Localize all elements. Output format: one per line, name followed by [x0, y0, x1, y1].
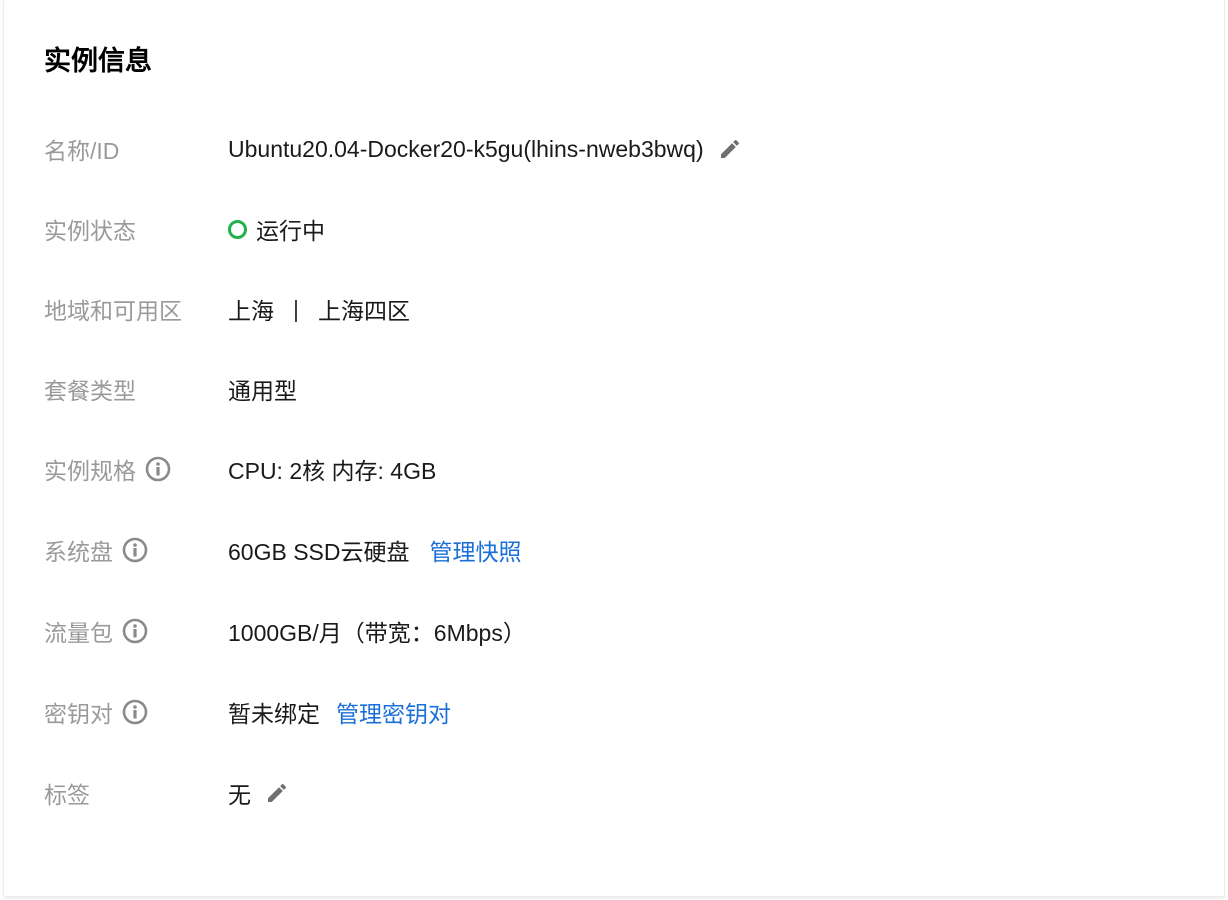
- disk-value: 60GB SSD云硬盘: [228, 539, 410, 565]
- row-spec: 实例规格 CPU: 2核 内存: 4GB: [44, 449, 436, 489]
- value-region-group: 上海 | 上海四区: [228, 292, 410, 326]
- value-tags-group: 无: [228, 776, 289, 810]
- label-region: 地域和可用区: [44, 298, 182, 324]
- label-keypair: 密钥对: [44, 701, 113, 727]
- instance-name-id: Ubuntu20.04-Docker20-k5gu(lhins-nweb3bwq…: [228, 135, 704, 162]
- label-tags: 标签: [44, 782, 90, 808]
- label-disk: 系统盘: [44, 539, 113, 565]
- region-text: 上海: [228, 298, 274, 324]
- manage-keypairs-link[interactable]: 管理密钥对: [336, 695, 451, 729]
- zone-text: 上海四区: [317, 298, 410, 324]
- label-traffic-group: 流量包: [44, 614, 228, 648]
- value-keypair-group: 暂未绑定 管理密钥对: [228, 695, 451, 729]
- row-status: 实例状态 运行中: [44, 209, 325, 249]
- row-traffic: 流量包 1000GB/月（带宽：6Mbps）: [44, 611, 526, 651]
- label-disk-group: 系统盘: [44, 533, 228, 567]
- tags-value: 无: [228, 782, 251, 808]
- label-package: 套餐类型: [44, 378, 136, 404]
- value-status-group: 运行中: [228, 212, 325, 246]
- spec-info-icon[interactable]: [145, 456, 171, 482]
- keypair-value: 暂未绑定: [228, 701, 320, 727]
- package-type: 通用型: [228, 378, 297, 404]
- traffic-info-icon[interactable]: [122, 618, 148, 644]
- spec-value: CPU: 2核 内存: 4GB: [228, 458, 437, 484]
- row-disk: 系统盘 60GB SSD云硬盘 管理快照: [44, 530, 522, 570]
- label-keypair-group: 密钥对: [44, 695, 228, 729]
- label-status: 实例状态: [44, 218, 136, 244]
- keypair-info-icon[interactable]: [122, 699, 148, 725]
- card-title: 实例信息: [44, 46, 152, 76]
- row-keypair: 密钥对 暂未绑定 管理密钥对: [44, 692, 451, 732]
- disk-info-icon[interactable]: [122, 537, 148, 563]
- manage-snapshots-link[interactable]: 管理快照: [430, 533, 522, 567]
- label-spec-group: 实例规格: [44, 452, 228, 486]
- label-traffic: 流量包: [44, 620, 113, 646]
- edit-tags-icon[interactable]: [265, 781, 289, 805]
- row-tags: 标签 无: [44, 773, 289, 813]
- region-separator: |: [293, 295, 299, 322]
- row-package: 套餐类型 通用型: [44, 369, 297, 409]
- running-status-icon: [228, 219, 247, 239]
- row-name-id: 名称/ID Ubuntu20.04-Docker20-k5gu(lhins-nw…: [44, 129, 742, 169]
- edit-name-icon[interactable]: [718, 137, 742, 161]
- status-text: 运行中: [256, 218, 325, 244]
- value-disk-group: 60GB SSD云硬盘 管理快照: [228, 533, 522, 567]
- label-name-id: 名称/ID: [44, 138, 120, 164]
- label-spec: 实例规格: [44, 458, 136, 484]
- value-name-id-group: Ubuntu20.04-Docker20-k5gu(lhins-nweb3bwq…: [228, 136, 742, 163]
- instance-info-card: 实例信息 名称/ID Ubuntu20.04-Docker20-k5gu(lhi…: [4, 0, 1224, 896]
- row-region: 地域和可用区 上海 | 上海四区: [44, 289, 410, 329]
- traffic-value: 1000GB/月（带宽：6Mbps）: [228, 620, 526, 646]
